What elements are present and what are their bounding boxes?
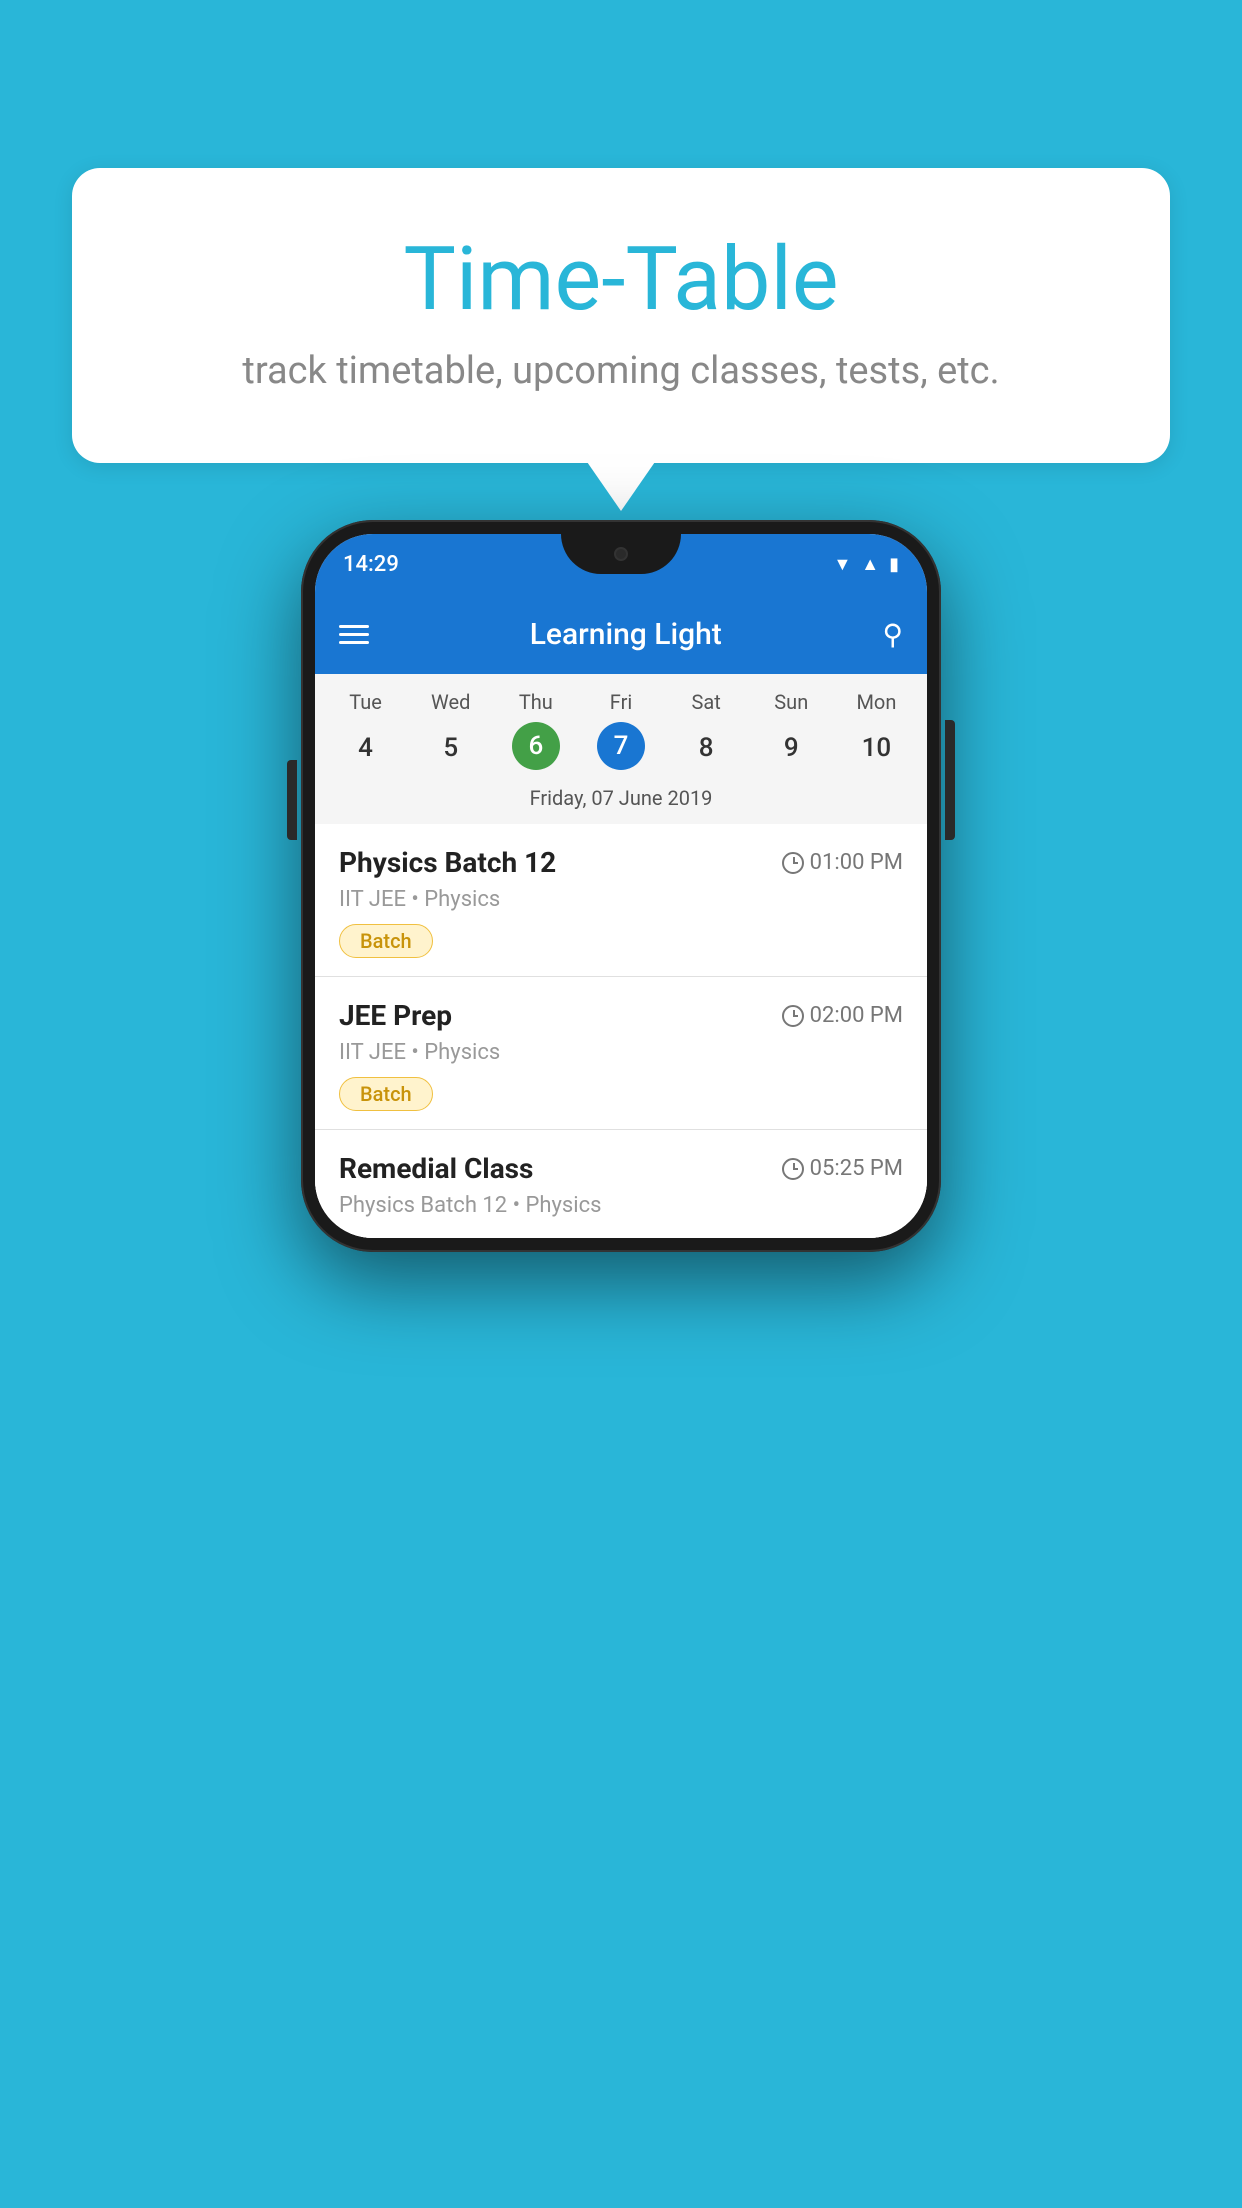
app-title: Learning Light (369, 617, 882, 652)
schedule-list: Physics Batch 12 01:00 PM IIT JEE • Phys… (315, 824, 927, 1238)
day-7-selected[interactable]: 7 (597, 722, 645, 770)
day-8[interactable]: 8 (664, 722, 749, 774)
schedule-item-2-title: JEE Prep (339, 999, 452, 1032)
day-label-fri: Fri (578, 690, 663, 714)
schedule-item-2[interactable]: JEE Prep 02:00 PM IIT JEE • Physics Batc… (315, 977, 927, 1130)
schedule-item-1-sub: IIT JEE • Physics (339, 887, 903, 912)
clock-icon-2 (782, 1005, 804, 1027)
phone-screen: 14:29 ▼ ▲ ▮ Learning Light ⚲ (315, 534, 927, 1238)
camera-dot (614, 547, 628, 561)
schedule-item-3-sub: Physics Batch 12 • Physics (339, 1193, 903, 1218)
clock-icon-1 (782, 852, 804, 874)
schedule-item-3[interactable]: Remedial Class 05:25 PM Physics Batch 12… (315, 1130, 927, 1238)
batch-badge-1: Batch (339, 924, 433, 958)
schedule-item-2-time: 02:00 PM (782, 1003, 903, 1028)
wifi-icon: ▼ (833, 554, 851, 575)
selected-date-label: Friday, 07 June 2019 (315, 786, 927, 824)
schedule-item-1[interactable]: Physics Batch 12 01:00 PM IIT JEE • Phys… (315, 824, 927, 977)
day-label-sun: Sun (749, 690, 834, 714)
day-6-today[interactable]: 6 (512, 722, 560, 770)
day-label-mon: Mon (834, 690, 919, 714)
schedule-item-1-title: Physics Batch 12 (339, 846, 556, 879)
battery-icon: ▮ (889, 554, 899, 575)
schedule-item-3-header: Remedial Class 05:25 PM (339, 1152, 903, 1185)
notch-cutout (561, 534, 681, 574)
bubble-subtitle: track timetable, upcoming classes, tests… (112, 349, 1130, 393)
day-label-wed: Wed (408, 690, 493, 714)
status-bar: 14:29 ▼ ▲ ▮ (315, 534, 927, 594)
hamburger-menu[interactable] (339, 625, 369, 644)
day-label-tue: Tue (323, 690, 408, 714)
phone-outer: 14:29 ▼ ▲ ▮ Learning Light ⚲ (301, 520, 941, 1252)
schedule-item-2-header: JEE Prep 02:00 PM (339, 999, 903, 1032)
search-icon[interactable]: ⚲ (882, 618, 903, 651)
schedule-item-3-title: Remedial Class (339, 1152, 533, 1185)
day-labels: Tue Wed Thu Fri Sat Sun Mon (315, 674, 927, 718)
day-4[interactable]: 4 (323, 722, 408, 774)
day-label-thu: Thu (493, 690, 578, 714)
schedule-item-2-sub: IIT JEE • Physics (339, 1040, 903, 1065)
day-label-sat: Sat (664, 690, 749, 714)
schedule-item-1-time: 01:00 PM (782, 850, 903, 875)
app-header: Learning Light ⚲ (315, 594, 927, 674)
phone-mockup: 14:29 ▼ ▲ ▮ Learning Light ⚲ (301, 520, 941, 1252)
day-5[interactable]: 5 (408, 722, 493, 774)
bubble-title: Time-Table (112, 228, 1130, 331)
day-numbers: 4 5 6 7 8 9 10 (315, 718, 927, 786)
status-time: 14:29 (343, 552, 399, 577)
calendar-section: Tue Wed Thu Fri Sat Sun Mon 4 5 6 7 8 9 … (315, 674, 927, 824)
signal-icon: ▲ (861, 554, 879, 575)
day-9[interactable]: 9 (749, 722, 834, 774)
status-icons: ▼ ▲ ▮ (833, 554, 899, 575)
day-10[interactable]: 10 (834, 722, 919, 774)
batch-badge-2: Batch (339, 1077, 433, 1111)
speech-bubble: Time-Table track timetable, upcoming cla… (72, 168, 1170, 463)
schedule-item-1-header: Physics Batch 12 01:00 PM (339, 846, 903, 879)
clock-icon-3 (782, 1158, 804, 1180)
schedule-item-3-time: 05:25 PM (782, 1156, 903, 1181)
